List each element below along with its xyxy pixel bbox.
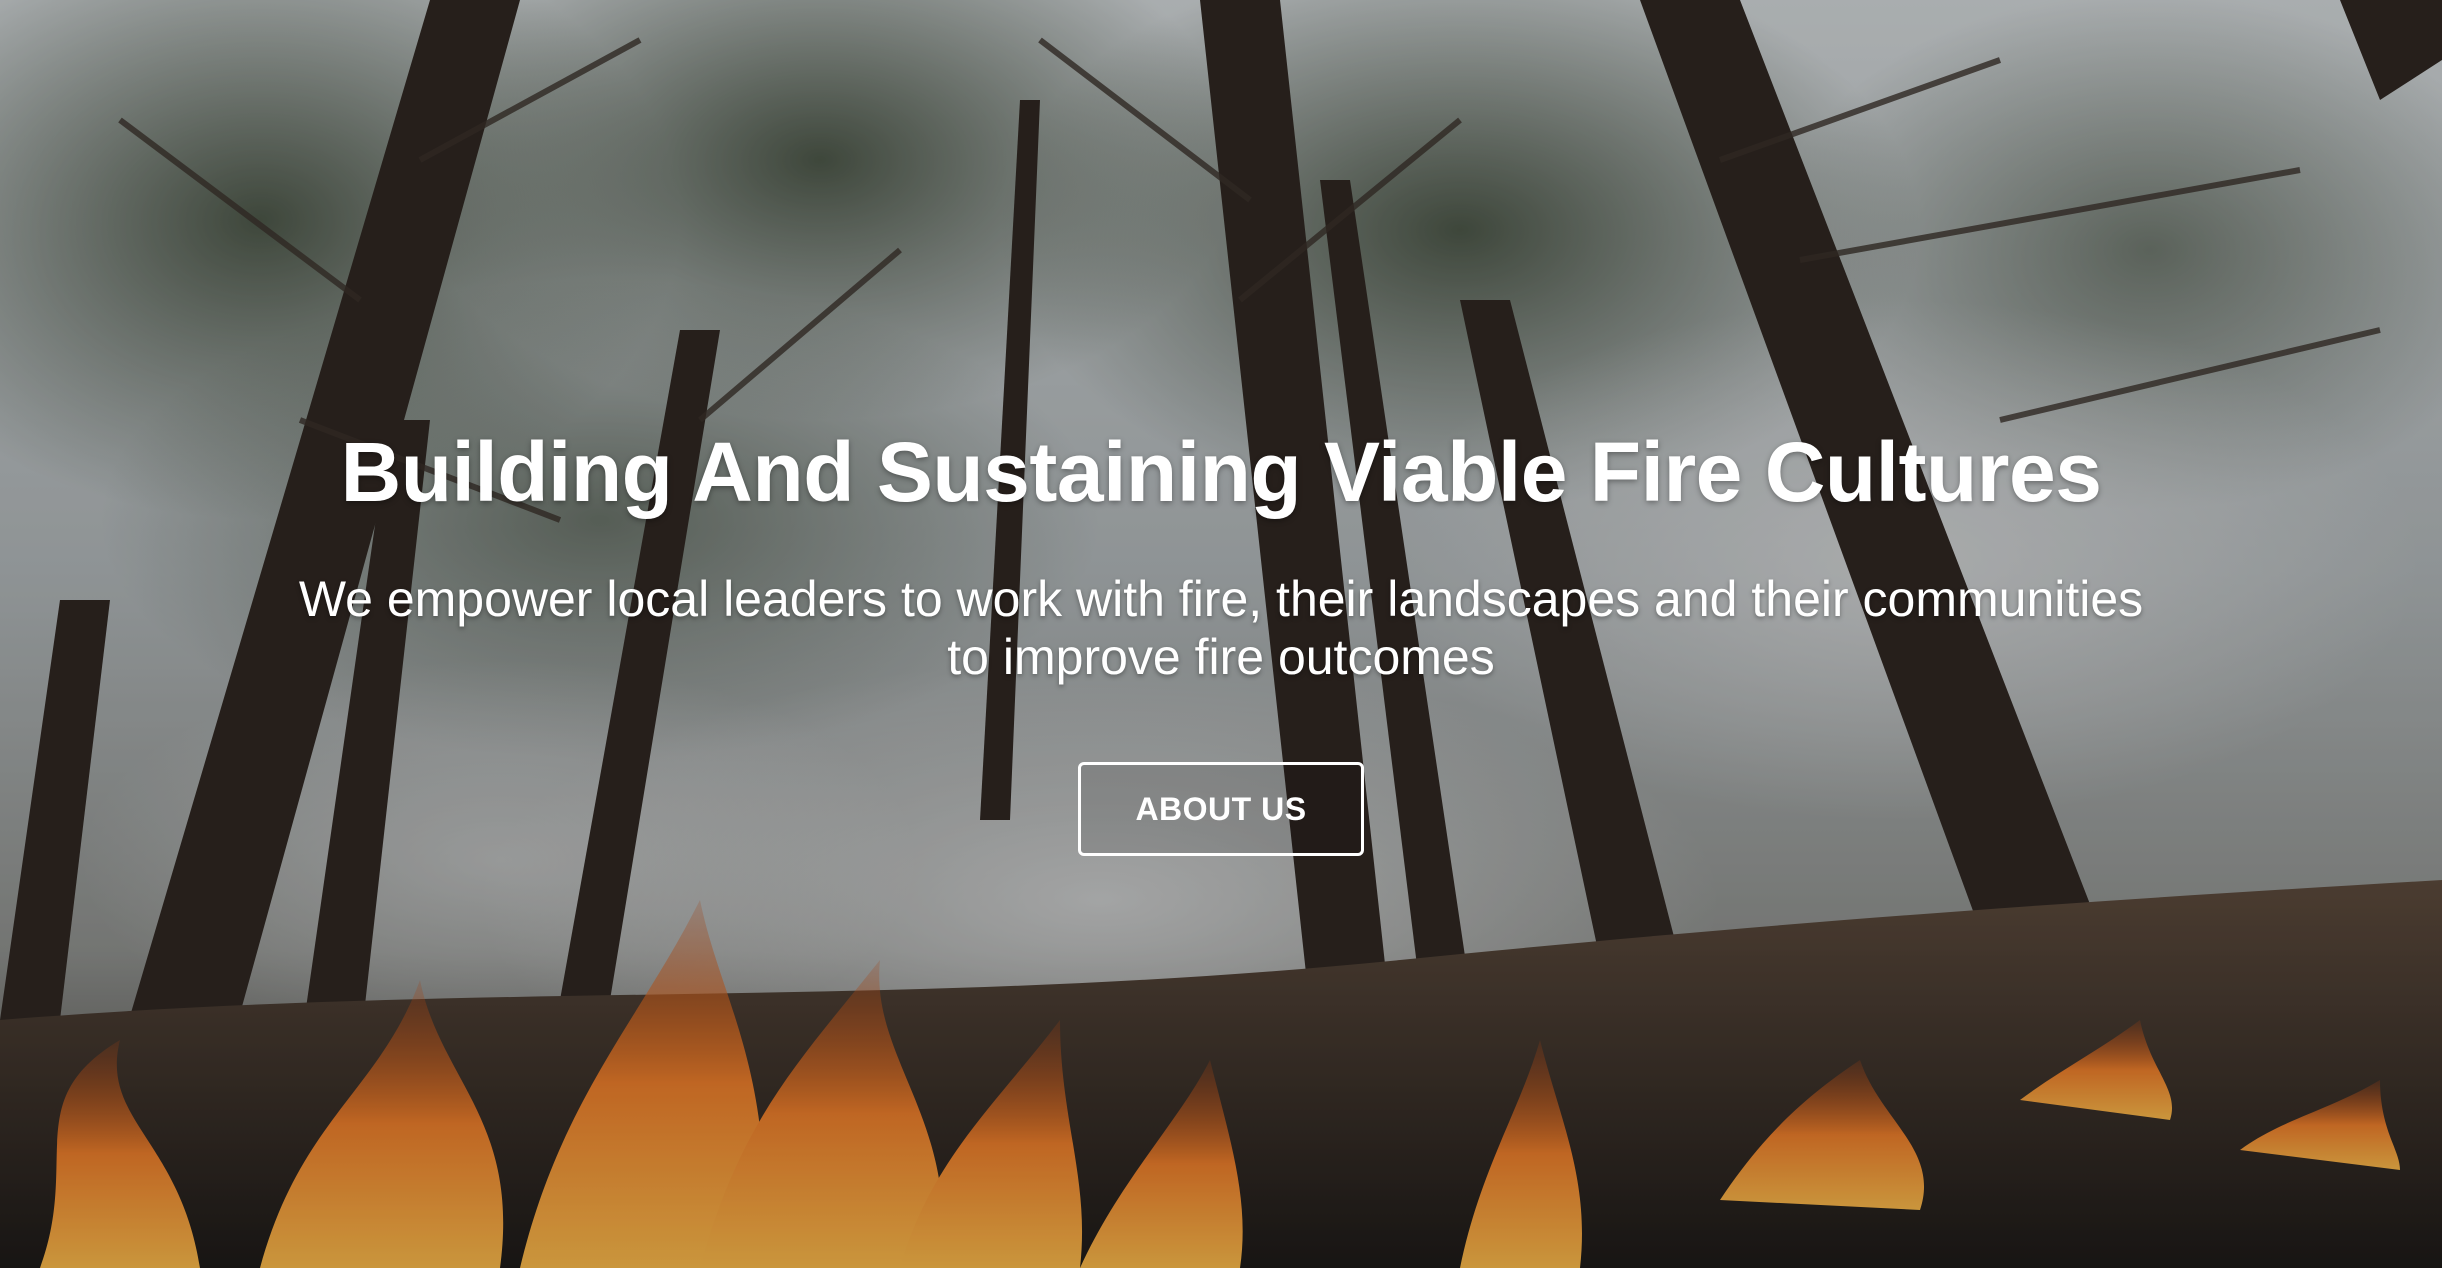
about-us-button[interactable]: ABOUT US [1078,762,1364,856]
hero-content: Building And Sustaining Viable Fire Cult… [0,420,2442,856]
hero-subtitle-line-1: We empower local leaders to work with fi… [298,571,2144,627]
hero-subtitle-line-2: to improve fire outcomes [947,629,1495,685]
hero-subtitle: We empower local leaders to work with fi… [171,570,2271,686]
hero-section: Building And Sustaining Viable Fire Cult… [0,0,2442,1268]
hero-title: Building And Sustaining Viable Fire Cult… [340,425,2102,519]
